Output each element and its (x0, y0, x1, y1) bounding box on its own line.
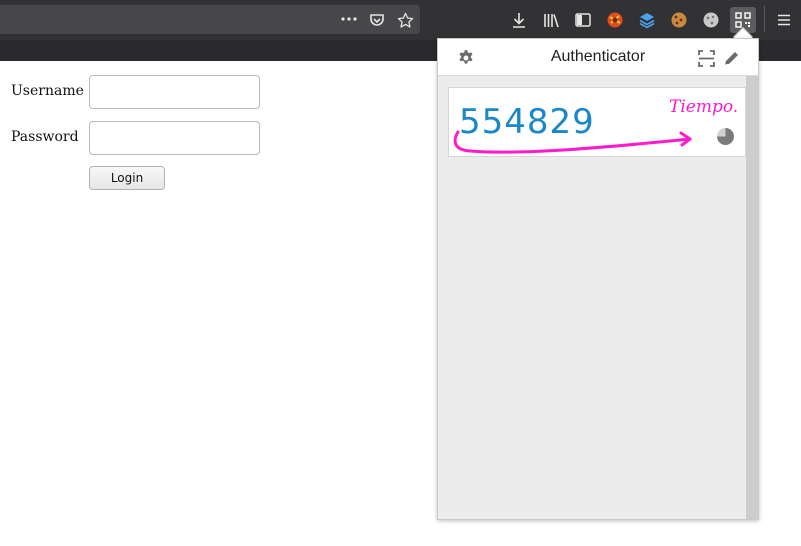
cookie-icon[interactable] (669, 10, 689, 30)
more-dots-icon[interactable] (340, 10, 358, 28)
cookie-gray-icon[interactable] (701, 10, 721, 30)
scan-qr-icon[interactable] (696, 48, 716, 68)
hamburger-menu-icon[interactable] (774, 10, 794, 30)
otp-entry-card[interactable]: 554829 (448, 87, 746, 157)
password-label: Password (11, 129, 79, 145)
login-button[interactable]: Login (89, 166, 165, 190)
popup-header: Authenticator (438, 39, 758, 76)
extension-icon[interactable] (605, 10, 625, 30)
authenticator-popup: Authenticator 554829 (437, 38, 759, 520)
extension-layers-icon[interactable] (637, 10, 657, 30)
edit-pencil-icon[interactable] (721, 48, 741, 68)
pocket-icon[interactable] (367, 10, 387, 30)
popup-scrollbar[interactable] (746, 76, 758, 519)
password-field[interactable] (89, 121, 260, 155)
download-icon[interactable] (509, 10, 529, 30)
username-field[interactable] (89, 75, 260, 109)
otp-code[interactable]: 554829 (459, 102, 595, 142)
bookmark-star-icon[interactable] (395, 10, 415, 30)
library-icon[interactable] (541, 10, 561, 30)
username-label: Username (11, 83, 84, 99)
browser-toolbar (0, 0, 801, 40)
sidebar-icon[interactable] (573, 10, 593, 30)
toolbar-separator (764, 6, 765, 32)
timer-pie-icon (717, 128, 734, 145)
